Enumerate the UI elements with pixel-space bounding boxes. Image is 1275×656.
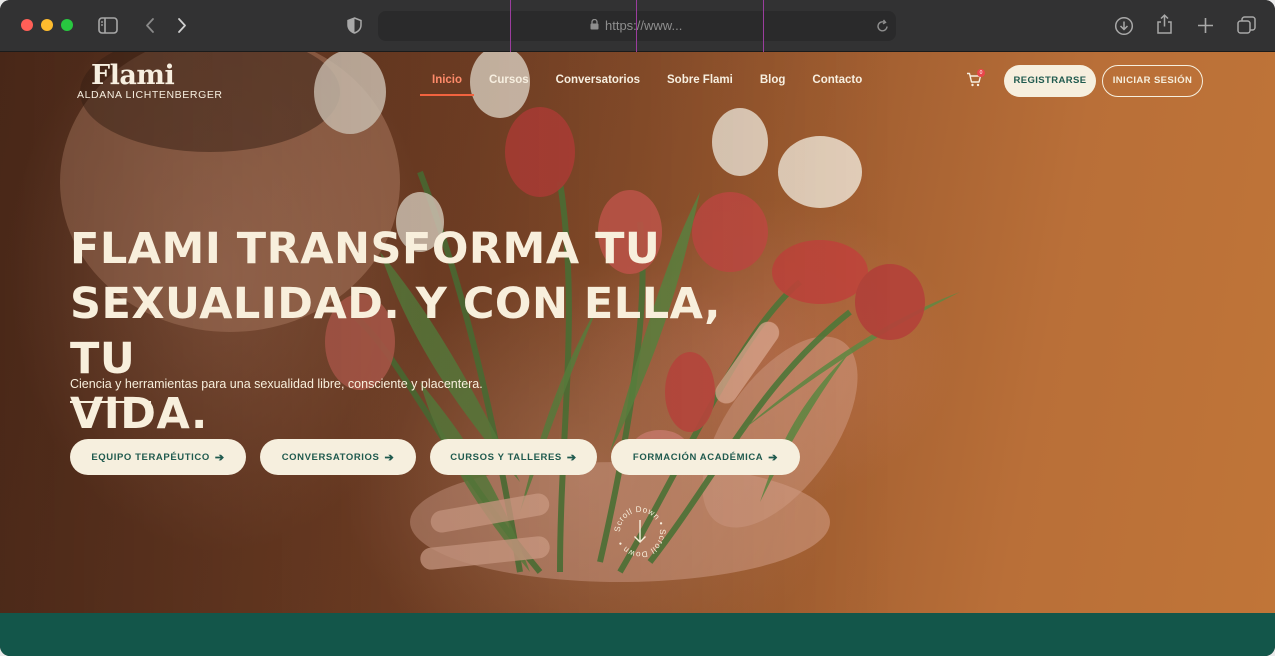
chevron-left-icon[interactable] <box>145 17 155 34</box>
arrow-right-icon: ➔ <box>214 451 225 464</box>
logo-mark: Flami <box>91 60 175 91</box>
cta-label: CONVERSATORIOS <box>281 451 380 463</box>
site-logo[interactable]: Flami ALDANA LICHTENBERGER <box>77 60 223 102</box>
cart-count-badge: 0 <box>977 69 985 77</box>
reload-icon[interactable] <box>876 19 889 33</box>
arrow-right-icon: ➔ <box>384 451 395 464</box>
nav-item-blog[interactable]: Blog <box>760 73 786 87</box>
logo-subtitle: ALDANA LICHTENBERGER <box>77 89 223 101</box>
scroll-down-button[interactable]: Scroll Down • Scroll Down • <box>612 504 668 560</box>
nav-item-conversatorios[interactable]: Conversatorios <box>556 73 640 87</box>
hero-section: Flami ALDANA LICHTENBERGER Inicio Cursos… <box>0 52 1275 613</box>
login-button[interactable]: INICIAR SESIÓN <box>1102 65 1203 97</box>
sidebar-icon[interactable] <box>98 17 118 34</box>
hero-subheadline: Ciencia y herramientas para una sexualid… <box>70 377 483 391</box>
nav-item-contacto[interactable]: Contacto <box>812 73 862 87</box>
url-text: https://www... <box>605 18 683 33</box>
arrow-right-icon: ➔ <box>768 451 779 464</box>
hero-headline-line: VIDA. <box>70 389 208 439</box>
browser-toolbar: https://www... <box>0 0 1275 52</box>
shield-icon[interactable] <box>347 17 362 34</box>
arrow-down-icon <box>634 520 646 543</box>
address-bar[interactable]: https://www... <box>378 11 896 41</box>
next-section <box>0 613 1275 656</box>
guide-line <box>636 0 637 52</box>
hero-headline-line: FLAMI TRANSFORMA TU <box>70 224 661 274</box>
arrow-right-icon: ➔ <box>566 451 577 464</box>
cta-cursos-talleres-button[interactable]: CURSOS Y TALLERES ➔ <box>430 439 597 475</box>
minimize-window-button[interactable] <box>41 19 53 31</box>
nav-item-sobre-flami[interactable]: Sobre Flami <box>667 73 733 87</box>
hero-headline: FLAMI TRANSFORMA TU SEXUALIDAD. Y CON EL… <box>70 222 730 442</box>
close-window-button[interactable] <box>21 19 33 31</box>
guide-line <box>510 0 511 52</box>
lock-icon <box>590 18 599 33</box>
cta-conversatorios-button[interactable]: CONVERSATORIOS ➔ <box>260 439 416 475</box>
browser-window: https://www... Flami ALDANA LICHTENBERGE… <box>0 0 1275 656</box>
guide-line <box>763 0 764 52</box>
cta-label: CURSOS Y TALLERES <box>450 451 562 463</box>
cta-formacion-academica-button[interactable]: FORMACIÓN ACADÉMICA ➔ <box>611 439 800 475</box>
main-nav: Inicio Cursos Conversatorios Sobre Flami… <box>418 73 889 96</box>
zoom-window-button[interactable] <box>61 19 73 31</box>
chevron-right-icon[interactable] <box>177 17 187 34</box>
cta-label: EQUIPO TERAPÉUTICO <box>91 451 210 463</box>
plus-icon[interactable] <box>1197 17 1214 34</box>
tabs-icon[interactable] <box>1237 16 1256 35</box>
cta-label: FORMACIÓN ACADÉMICA <box>632 451 764 463</box>
cta-equipo-terapeutico-button[interactable]: EQUIPO TERAPÉUTICO ➔ <box>70 439 246 475</box>
register-button[interactable]: REGISTRARSE <box>1004 65 1096 97</box>
cart-button[interactable]: 0 <box>966 69 985 91</box>
nav-item-cursos[interactable]: Cursos <box>489 73 529 87</box>
share-icon[interactable] <box>1156 14 1173 35</box>
hero-headline-line: SEXUALIDAD. Y CON ELLA, TU <box>70 279 721 384</box>
window-controls <box>21 19 73 31</box>
download-icon[interactable] <box>1114 16 1134 36</box>
divider <box>70 401 151 403</box>
nav-item-inicio[interactable]: Inicio <box>419 73 475 96</box>
